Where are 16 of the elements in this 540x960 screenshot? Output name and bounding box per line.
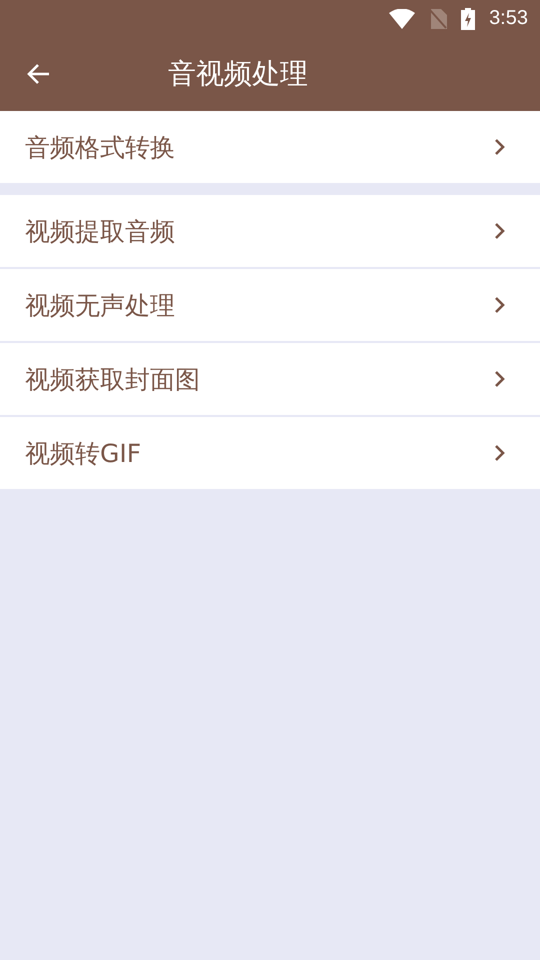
menu-item[interactable]: 视频提取音频	[0, 195, 540, 267]
no-sim-icon	[429, 8, 448, 28]
menu-item[interactable]: 视频获取封面图	[0, 343, 540, 415]
menu-item[interactable]: 视频无声处理	[0, 269, 540, 341]
menu-item[interactable]: 视频转GIF	[0, 417, 540, 489]
status-time: 3:53	[489, 7, 528, 30]
battery-charging-icon	[461, 8, 476, 30]
chevron-right-icon	[494, 444, 506, 462]
menu-item[interactable]: 音频格式转换	[0, 111, 540, 183]
chevron-right-icon	[494, 138, 506, 156]
screen-title: 音视频处理	[168, 56, 308, 92]
back-icon[interactable]	[26, 63, 50, 85]
wifi-icon	[389, 8, 416, 28]
chevron-right-icon	[494, 222, 506, 240]
chevron-right-icon	[494, 370, 506, 388]
chevron-right-icon	[494, 296, 506, 314]
